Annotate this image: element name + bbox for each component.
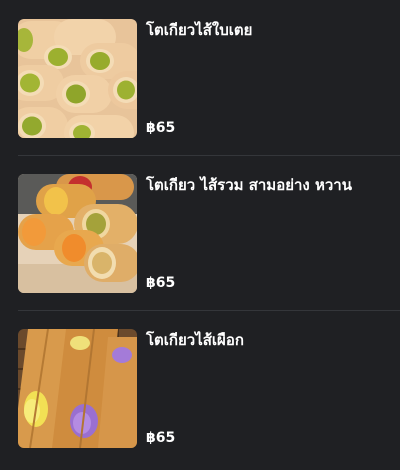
menu-item[interactable]: โตเกียวไส้ใบเตย ฿65 — [0, 0, 400, 155]
menu-item-price: ฿65 — [146, 120, 176, 136]
menu-item-image — [18, 174, 137, 293]
menu-item[interactable]: โตเกียวไส้เผือก ฿65 — [0, 310, 400, 465]
menu-item-name: โตเกียว ไส้รวม สามอย่าง หวาน — [146, 176, 352, 194]
menu-item-image — [18, 19, 137, 138]
menu-item-name: โตเกียวไส้ใบเตย — [146, 21, 253, 39]
menu-item-price: ฿65 — [146, 275, 176, 291]
menu-item-price: ฿65 — [146, 430, 176, 446]
menu-item-name: โตเกียวไส้เผือก — [146, 331, 244, 349]
menu-item-list: โตเกียวไส้ใบเตย ฿65 โตเกียว ไส้รวม สามอย… — [0, 0, 400, 470]
menu-item[interactable]: โตเกียว ไส้รวม สามอย่าง หวาน ฿65 — [0, 155, 400, 310]
menu-item-image — [18, 329, 137, 448]
